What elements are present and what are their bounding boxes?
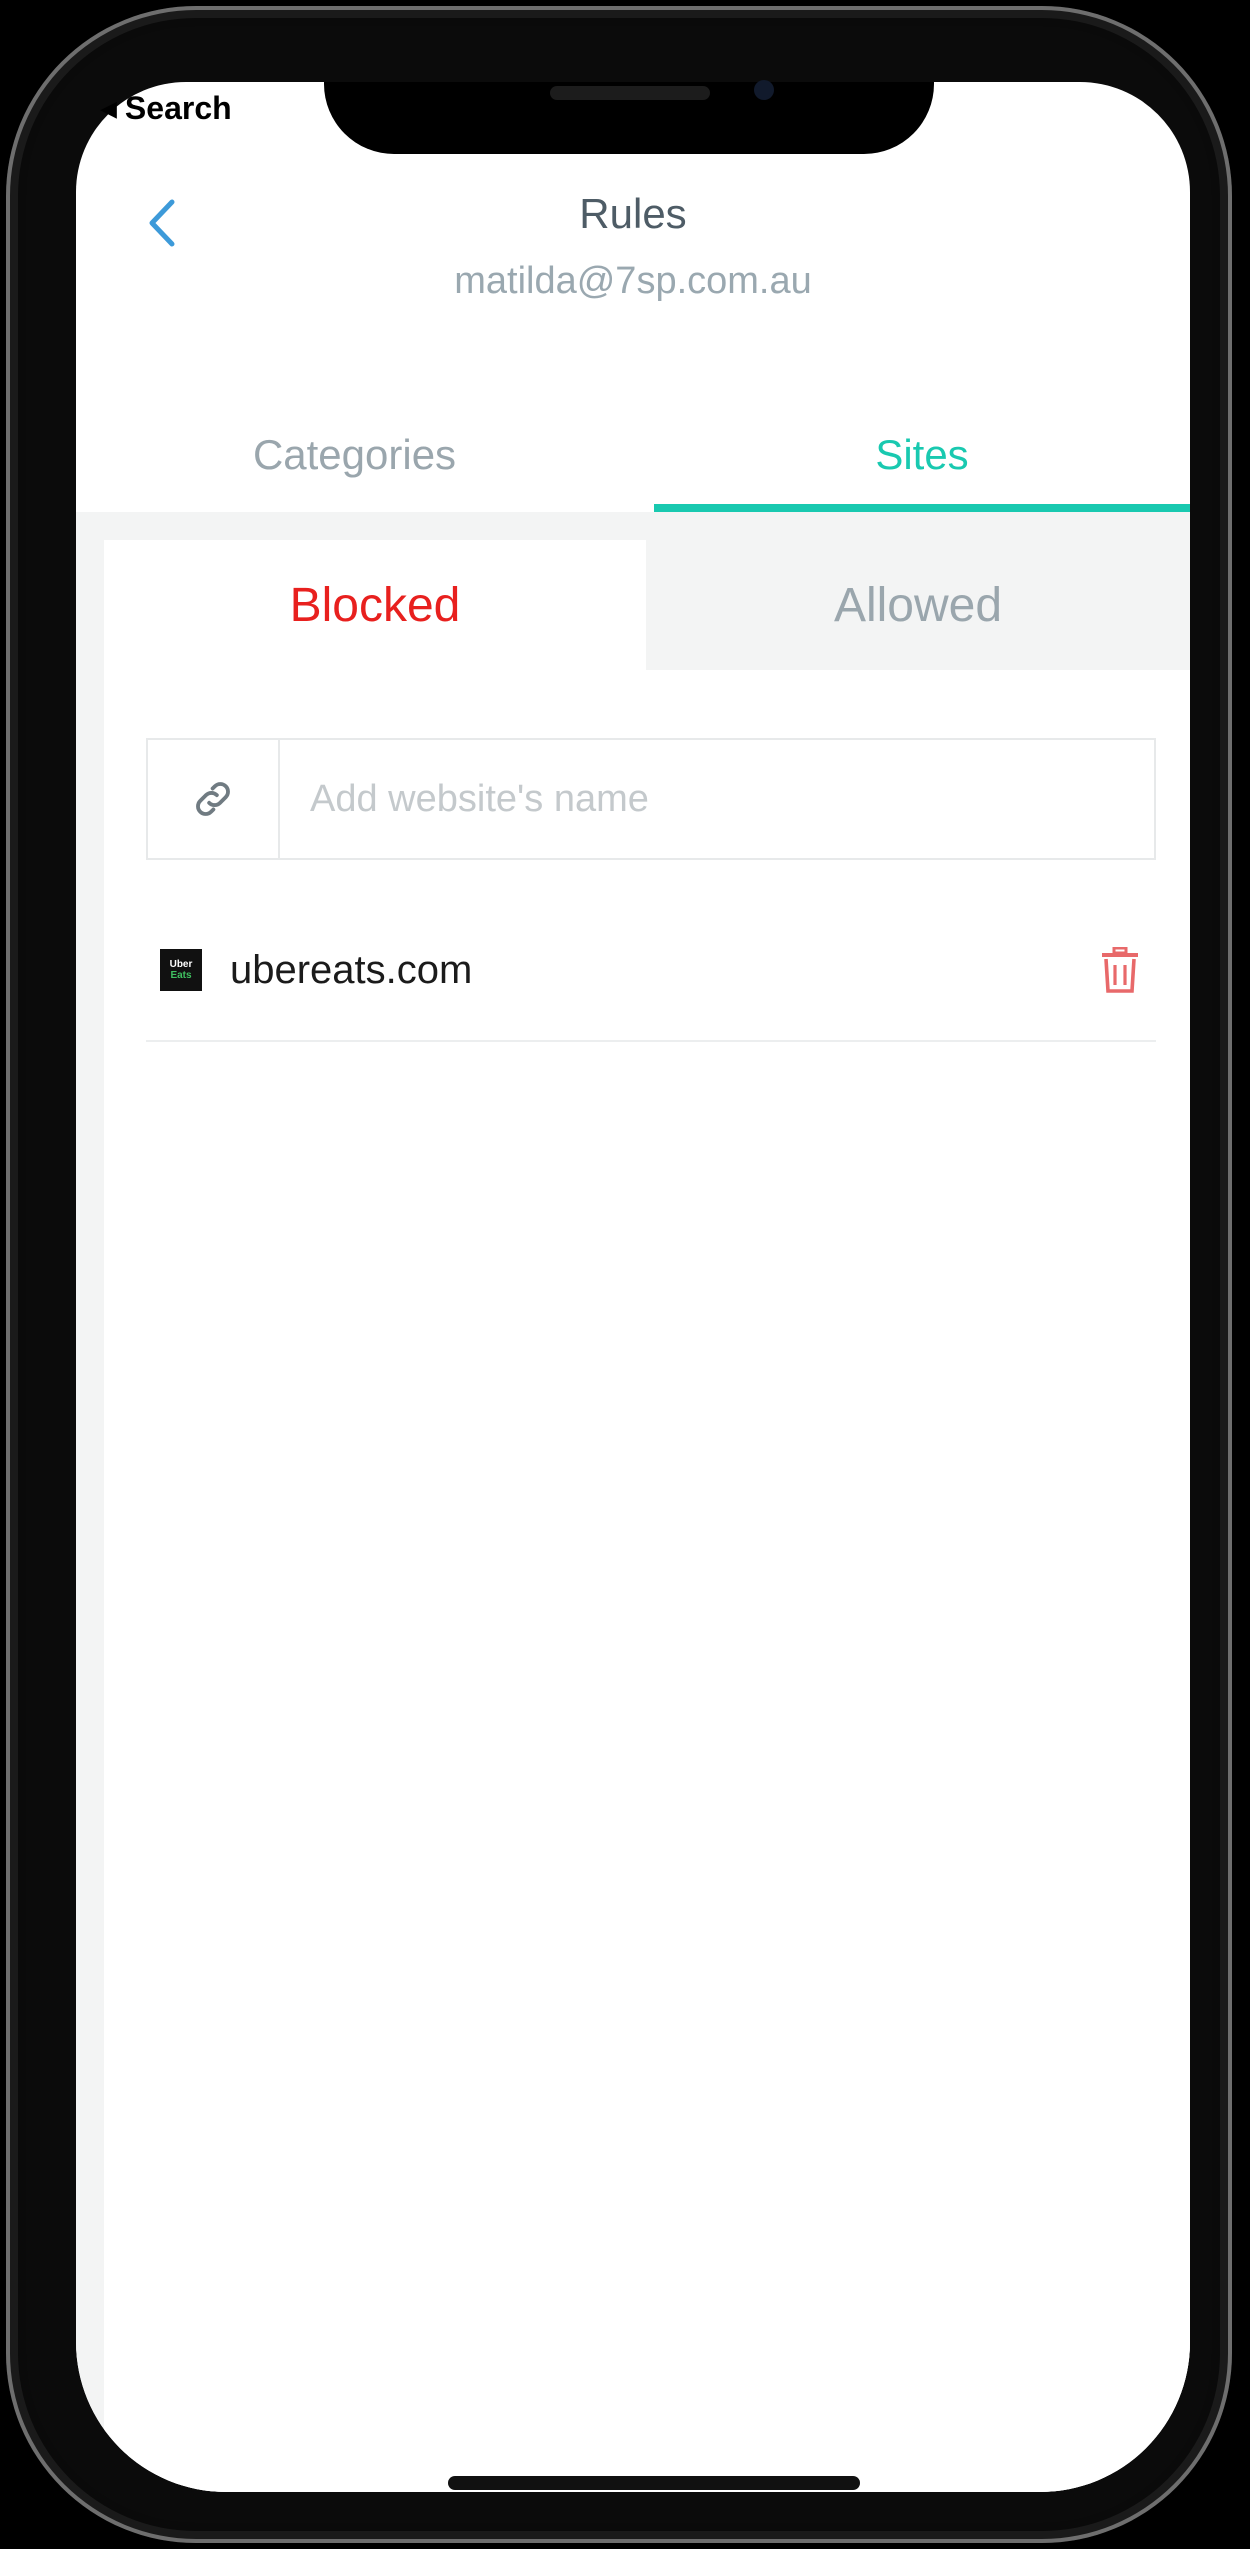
segment-allowed[interactable]: Allowed	[646, 540, 1190, 670]
link-icon-cell	[148, 740, 280, 858]
tab-bar: Categories Sites	[76, 402, 1190, 516]
list-item: Uber Eats ubereats.com	[146, 900, 1156, 1042]
add-website-input[interactable]	[280, 740, 1154, 858]
speaker-grille	[550, 86, 710, 100]
tab-categories[interactable]: Categories	[76, 402, 633, 508]
segment-blocked[interactable]: Blocked	[104, 540, 646, 670]
favicon-text-bottom: Eats	[170, 970, 192, 981]
delete-site-button[interactable]	[1090, 940, 1150, 1000]
link-icon	[196, 782, 230, 816]
account-email: matilda@7sp.com.au	[454, 260, 812, 302]
status-back-to-app[interactable]: ◀ Search	[100, 90, 232, 127]
trash-icon	[1102, 947, 1138, 993]
add-website-field	[146, 738, 1156, 860]
tab-sites[interactable]: Sites	[654, 402, 1190, 508]
site-name: ubereats.com	[230, 947, 473, 992]
home-indicator[interactable]	[448, 2476, 860, 2490]
sites-panel: Blocked Allowed Uber Eats ubereats.com	[104, 540, 1190, 2492]
status-back-label: Search	[124, 90, 232, 126]
back-triangle-icon: ◀	[100, 96, 117, 121]
content-area: Blocked Allowed Uber Eats ubereats.com	[76, 512, 1190, 2492]
app-screen: Rules matilda@7sp.com.au Categories Site…	[76, 82, 1190, 2492]
page-title: Rules	[579, 190, 687, 237]
favicon-text-top: Uber	[169, 959, 193, 970]
site-favicon: Uber Eats	[160, 949, 202, 991]
front-camera	[754, 80, 774, 100]
